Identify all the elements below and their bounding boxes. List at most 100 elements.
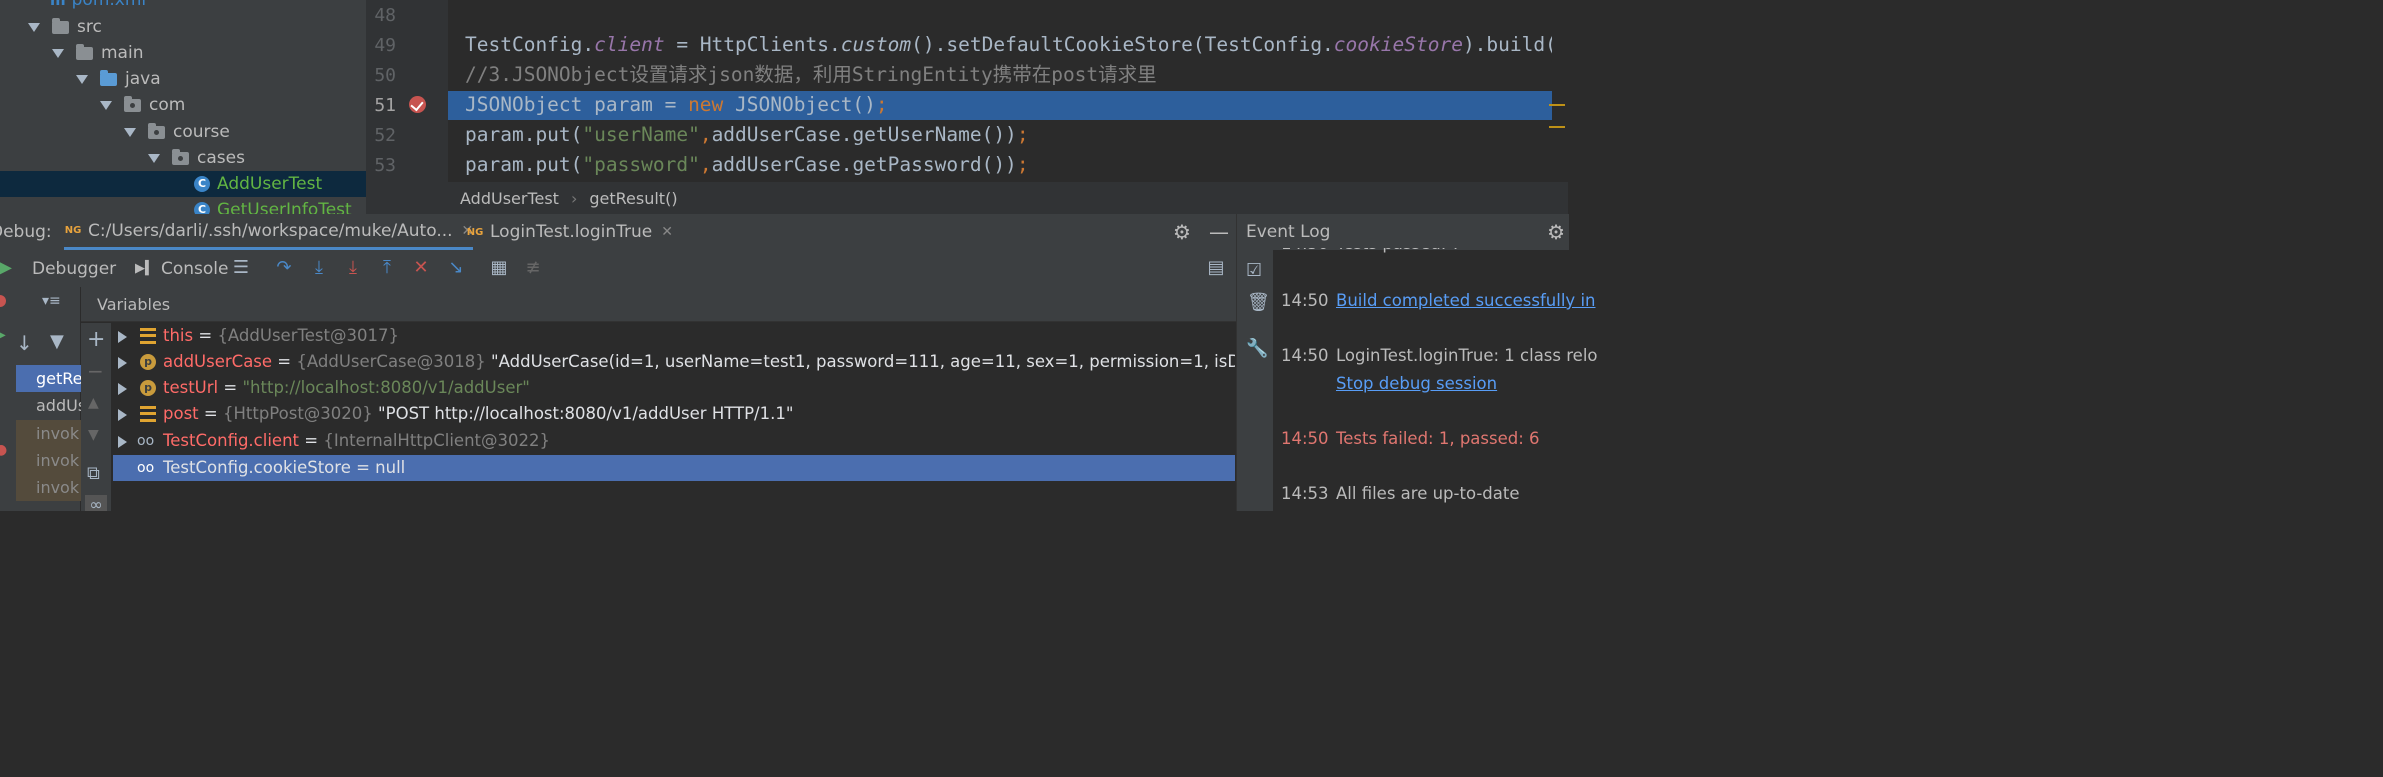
variable-row[interactable]: p testUrl = "http://localhost:8080/v1/ad… [113,375,1235,401]
step-over-icon[interactable]: ↷ [273,257,295,279]
mute-breakpoints-icon[interactable]: ● [0,442,7,458]
trace-icon[interactable]: ≢ [522,257,544,279]
package-icon [124,95,141,112]
expand-arrow-icon[interactable] [118,409,127,421]
breadcrumb: AddUserTest › getResult() [366,182,1568,214]
drop-frame-icon[interactable]: ✕ [410,257,432,279]
static-field-icon: oo [137,460,155,476]
thread-selector-icon[interactable]: ▾≡ [42,293,61,309]
minimize-icon[interactable]: — [1209,214,1229,250]
tree-item-course[interactable]: course [0,119,366,145]
chevron-down-icon[interactable] [124,127,136,137]
remove-watch-icon[interactable]: − [87,359,104,383]
step-into-icon[interactable]: ⤓ [308,257,330,279]
tree-item-main[interactable]: main [0,40,366,66]
tree-item-addusertest[interactable]: C AddUserTest [0,171,366,197]
editor-scrollbar[interactable] [1549,0,1568,182]
close-icon[interactable]: ✕ [661,224,673,240]
expand-arrow-icon[interactable] [118,331,127,343]
event-entry: 14:50 Build completed successfully in [1281,291,1596,310]
copy-icon[interactable]: ⧉ [87,463,100,484]
variable-row[interactable]: post = {HttpPost@3020} "POST http://loca… [113,401,1235,427]
static-field-icon: oo [137,433,155,449]
tree-item-java[interactable]: java [0,66,366,92]
evaluate-icon[interactable]: ▦ [488,257,510,279]
gear-icon[interactable]: ⚙ [1173,214,1191,250]
breadcrumb-method[interactable]: getResult() [589,189,677,208]
chevron-down-icon[interactable] [100,100,112,110]
folder-icon [52,17,69,34]
code-editor[interactable]: 48 49 50 51 52 53 TestConfig.client = Ht… [366,0,1568,182]
frames-panel: ▾≡ ↓ ▼ getRe addUs invok invok invok [16,287,98,511]
expand-arrow-icon[interactable] [118,383,127,395]
tab-console[interactable]: ▶▍ Console [135,250,229,287]
field-icon [140,406,156,422]
tree-item-cases[interactable]: cases [0,145,366,171]
folder-icon [76,43,93,60]
wrench-icon[interactable]: 🔧 [1246,338,1268,359]
tab-debugger[interactable]: Debugger [32,250,116,287]
build-link[interactable]: Build completed successfully in [1336,291,1595,310]
layout-icon[interactable]: ▤ [1205,257,1227,279]
force-step-into-icon[interactable]: ⤓ [342,257,364,279]
line-number: 49 [374,35,396,56]
class-icon: C [194,202,210,214]
mark-read-icon[interactable]: ☑ [1246,260,1262,281]
add-watch-icon[interactable]: + [87,327,105,352]
chevron-down-icon[interactable] [76,74,88,84]
chevron-down-icon[interactable] [28,22,40,32]
tree-item-com[interactable]: com [0,92,366,118]
code-line-50[interactable]: //3.JSONObject设置请求json数据，利用StringEntity携… [465,60,1157,90]
variable-row[interactable]: oo TestConfig.client = {InternalHttpClie… [113,428,1235,454]
arrow-down-icon[interactable]: ↓ [16,331,33,355]
variable-row[interactable]: p addUserCase = {AddUserCase@3018} "AddU… [113,349,1235,375]
expand-arrow-icon[interactable] [118,357,127,369]
run-to-cursor-icon[interactable]: ↘ [445,257,467,279]
event-entry: 14:50 LoginTest.loginTrue: 1 class relo [1281,346,1598,365]
tab-debug-session-login[interactable]: NG LoginTest.loginTrue ✕ [466,214,673,250]
gear-icon[interactable]: ⚙ [1547,214,1565,250]
move-up-icon[interactable]: ▲ [88,395,99,411]
debug-label: Debug: [0,222,52,242]
warning-marker[interactable] [1549,126,1565,128]
line-number: 50 [374,65,396,86]
stop-icon[interactable] [0,295,6,307]
stop-debug-link[interactable]: Stop debug session [1336,374,1497,393]
event-log-header: Event Log ⚙ [1237,214,1569,250]
filter-icon[interactable]: ▼ [50,331,64,352]
parameter-icon: p [140,354,156,370]
rerun-icon[interactable]: ▶ [0,257,16,279]
tab-debug-session-auto[interactable]: NG C:/Users/darli/.ssh/workspace/muke/Au… [64,214,474,250]
package-icon [172,148,189,165]
parameter-icon: p [140,380,156,396]
watches-icon[interactable]: ∞ [85,495,107,514]
chevron-down-icon[interactable] [148,153,160,163]
breadcrumb-class[interactable]: AddUserTest [460,189,559,208]
chevron-down-icon[interactable] [52,48,64,58]
trash-icon[interactable]: 🗑 [1247,292,1270,313]
variable-row[interactable]: this = {AddUserTest@3017} [113,323,1235,349]
event-log-panel: Event Log ⚙ ☑ 🗑 🔧 14:50Tests passed: 7 1… [1236,214,1598,511]
code-line-52[interactable]: param.put("userName",addUserCase.getUser… [465,120,1029,150]
step-out-icon[interactable]: ⤒ [376,257,398,279]
package-icon [148,122,165,139]
code-line-53[interactable]: param.put("password",addUserCase.getPass… [465,150,1029,180]
move-down-icon[interactable]: ▼ [88,427,99,443]
menu-icon[interactable]: ☰ [230,257,252,279]
code-line-49[interactable]: TestConfig.client = HttpClients.custom()… [465,30,1557,60]
expand-arrow-icon[interactable] [118,436,127,448]
tree-item-pom[interactable]: m pom.xml [0,0,366,13]
resume-icon[interactable]: ▶ [0,327,6,343]
maven-icon: m [50,0,66,9]
line-gutter[interactable]: 48 49 50 51 52 53 [366,0,448,182]
tree-item-src[interactable]: src [0,14,366,40]
breakpoint-icon[interactable] [409,96,426,113]
warning-marker[interactable] [1549,104,1565,106]
project-tree: m pom.xml src main java com course cases… [0,0,366,214]
variables-panel: Variables + − ▲ ▼ ⧉ ∞ this = {AddUserTes… [81,287,1236,514]
code-line-51[interactable]: JSONObject param = new JSONObject(); [465,90,888,120]
variable-row-selected[interactable]: oo TestConfig.cookieStore = null [113,455,1235,481]
line-number: 48 [374,5,396,26]
event-entry: 14:53 All files are up-to-date [1281,484,1520,503]
tree-item-getuserinfotest[interactable]: C GetUserInfoTest [0,197,366,214]
